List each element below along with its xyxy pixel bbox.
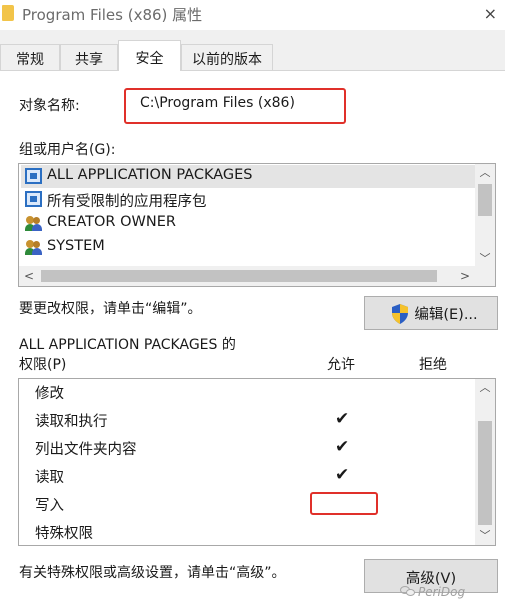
tab-strip: 常规 共享 安全 以前的版本 <box>0 40 505 71</box>
list-item-label: CREATOR OWNER <box>47 214 176 230</box>
chevron-down-icon[interactable]: ﹀ <box>475 527 495 545</box>
scroll-thumb[interactable] <box>41 270 437 282</box>
user-group-icon <box>25 239 42 255</box>
tab-sharing[interactable]: 共享 <box>60 44 118 70</box>
write-allow-highlight <box>310 492 378 515</box>
chevron-up-icon[interactable]: ︿ <box>475 164 495 182</box>
list-item-label: 所有受限制的应用程序包 <box>47 194 207 210</box>
object-name-highlight <box>124 88 346 124</box>
permissions-title-line1: ALL APPLICATION PACKAGES 的 <box>19 337 236 353</box>
permissions-vertical-scrollbar[interactable]: ︿ ﹀ <box>475 379 495 545</box>
permission-row: 列出文件夹内容 ✔ <box>19 435 475 463</box>
edit-button-label: 编辑(E)... <box>414 307 478 323</box>
permission-label: 修改 <box>35 386 64 402</box>
list-item[interactable]: ALL APPLICATION PACKAGES <box>21 165 476 188</box>
chevron-right-icon[interactable]: > <box>455 266 475 286</box>
permission-row: 修改 <box>19 379 475 407</box>
watermark: PeriDog <box>418 585 466 599</box>
permission-label: 写入 <box>35 498 64 514</box>
permission-row: 读取和执行 ✔ <box>19 407 475 435</box>
groups-vertical-scrollbar[interactable]: ︿ ﹀ <box>475 164 495 268</box>
groups-listbox[interactable]: ALL APPLICATION PACKAGES 所有受限制的应用程序包 CRE… <box>18 163 496 287</box>
permission-label: 读取和执行 <box>35 414 108 430</box>
user-group-icon <box>25 215 42 231</box>
wechat-icon <box>400 584 416 598</box>
permissions-list: 修改 读取和执行 ✔ 列出文件夹内容 ✔ 读取 ✔ 写入 特殊权限 ︿ ﹀ <box>18 378 496 546</box>
window-title: Program Files (x86) 属性 <box>22 6 203 24</box>
package-group-icon <box>25 168 42 184</box>
permission-label: 特殊权限 <box>35 526 93 542</box>
groups-horizontal-scrollbar[interactable]: < > <box>19 266 495 286</box>
scroll-thumb[interactable] <box>478 421 492 525</box>
title-bar: Program Files (x86) 属性 × <box>0 0 505 30</box>
object-name-label: 对象名称: <box>19 98 80 114</box>
permission-row: 写入 <box>19 491 475 519</box>
advanced-hint: 有关特殊权限或高级设置，请单击“高级”。 <box>19 565 286 581</box>
deny-column-header: 拒绝 <box>419 357 447 373</box>
chevron-up-icon[interactable]: ︿ <box>475 379 495 397</box>
list-item[interactable]: CREATOR OWNER <box>21 212 476 235</box>
groups-label: 组或用户名(G): <box>19 142 116 158</box>
list-item[interactable]: 所有受限制的应用程序包 <box>21 188 476 211</box>
list-item-label: ALL APPLICATION PACKAGES <box>47 167 253 183</box>
allow-column-header: 允许 <box>327 357 355 373</box>
tab-previous-versions[interactable]: 以前的版本 <box>181 44 273 70</box>
allow-check-icon: ✔ <box>335 465 350 485</box>
list-item-label: SYSTEM <box>47 238 105 254</box>
close-icon[interactable]: × <box>484 4 497 23</box>
permission-label: 列出文件夹内容 <box>35 442 137 458</box>
shield-icon <box>392 304 408 324</box>
security-panel: 对象名称: C:\Program Files (x86) 组或用户名(G): A… <box>0 70 505 610</box>
tab-general[interactable]: 常规 <box>0 44 60 70</box>
allow-check-icon: ✔ <box>335 409 350 429</box>
permission-row: 读取 ✔ <box>19 463 475 491</box>
edit-button[interactable]: 编辑(E)... <box>364 296 498 330</box>
permission-row: 特殊权限 <box>19 519 475 545</box>
scroll-thumb[interactable] <box>478 184 492 216</box>
permissions-title-line2: 权限(P) <box>19 357 67 373</box>
chevron-left-icon[interactable]: < <box>19 266 39 286</box>
permission-label: 读取 <box>35 470 64 486</box>
allow-check-icon: ✔ <box>335 437 350 457</box>
list-item[interactable]: SYSTEM <box>21 236 476 259</box>
edit-hint: 要更改权限，请单击“编辑”。 <box>19 301 202 317</box>
folder-icon <box>2 5 14 21</box>
tab-security[interactable]: 安全 <box>118 40 181 71</box>
package-group-icon <box>25 191 42 207</box>
